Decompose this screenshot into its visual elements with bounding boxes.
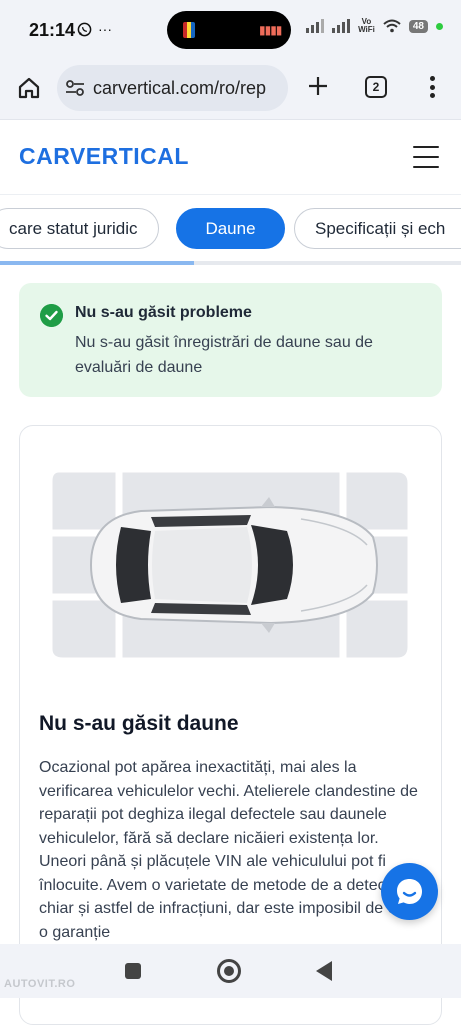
- site-settings-icon[interactable]: [65, 79, 85, 97]
- signal-icon: [306, 19, 325, 33]
- damage-card: Nu s-au găsit daune Ocazional pot apărea…: [19, 425, 442, 1025]
- battery-icon: 48: [408, 19, 428, 33]
- car-damage-diagram: [51, 469, 409, 661]
- status-notifications: ···: [77, 21, 112, 37]
- no-problems-alert: Nu s-au găsit probleme Nu s-au găsit înr…: [19, 283, 442, 397]
- carvertical-logo[interactable]: CARVERTICAL: [19, 143, 189, 170]
- app-notification-icon: [183, 22, 195, 38]
- damage-card-title: Nu s-au găsit daune: [39, 712, 239, 735]
- vowifi-label: Vo WiFi: [358, 17, 375, 34]
- damage-card-text: Ocazional pot apărea inexactități, mai a…: [39, 759, 424, 941]
- tab-damage[interactable]: Daune: [176, 208, 285, 249]
- browser-menu-icon[interactable]: [429, 76, 435, 98]
- browser-toolbar: carvertical.com/ro/rep 2: [0, 60, 461, 120]
- alert-title: Nu s-au găsit probleme: [75, 304, 252, 321]
- zone-front-right: [51, 597, 119, 661]
- alert-text: Nu s-au găsit înregistrări de daune sau …: [75, 334, 373, 376]
- tab-specifications[interactable]: Specificații și ech: [294, 208, 461, 249]
- status-bar: 21:14 ··· ▮▮▮▮ Vo WiFi 48: [0, 0, 461, 60]
- chat-bubble-icon: [397, 879, 422, 904]
- report-section-tabs: care statut juridic Daune Specificații ș…: [0, 196, 461, 262]
- whatsapp-icon: [77, 22, 92, 36]
- car-top-view: [89, 497, 378, 633]
- signal-icon-2: [332, 19, 351, 33]
- tab-legal-status[interactable]: care statut juridic: [0, 208, 159, 249]
- hamburger-menu-icon[interactable]: [413, 146, 439, 168]
- wifi-icon: [383, 19, 401, 33]
- tab-switcher-button[interactable]: 2: [365, 76, 387, 98]
- status-time: 21:14: [29, 20, 76, 40]
- watermark: AUTOVIT.RO: [4, 978, 76, 990]
- recent-apps-icon[interactable]: [125, 963, 141, 979]
- tabs-scroll-indicator: [0, 261, 461, 265]
- tabs-scroll-progress: [0, 261, 194, 265]
- home-button-icon[interactable]: [217, 959, 241, 983]
- address-bar[interactable]: carvertical.com/ro/rep: [57, 65, 288, 111]
- system-nav-bar: AUTOVIT.RO: [0, 944, 461, 998]
- privacy-indicator-icon: [436, 22, 443, 30]
- chat-button[interactable]: [381, 863, 438, 920]
- home-icon[interactable]: [16, 75, 42, 101]
- back-icon[interactable]: [316, 961, 332, 981]
- more-dots-icon: ···: [98, 21, 112, 37]
- camera-cutout: ▮▮▮▮: [167, 11, 291, 49]
- zone-front-left: [51, 469, 119, 533]
- check-circle-icon: [40, 304, 63, 327]
- url-text[interactable]: carvertical.com/ro/rep: [93, 78, 266, 99]
- new-tab-icon[interactable]: [306, 74, 330, 98]
- site-header: CARVERTICAL: [0, 121, 461, 195]
- audio-wave-icon: ▮▮▮▮: [259, 23, 282, 37]
- status-indicators: Vo WiFi 48: [306, 18, 443, 34]
